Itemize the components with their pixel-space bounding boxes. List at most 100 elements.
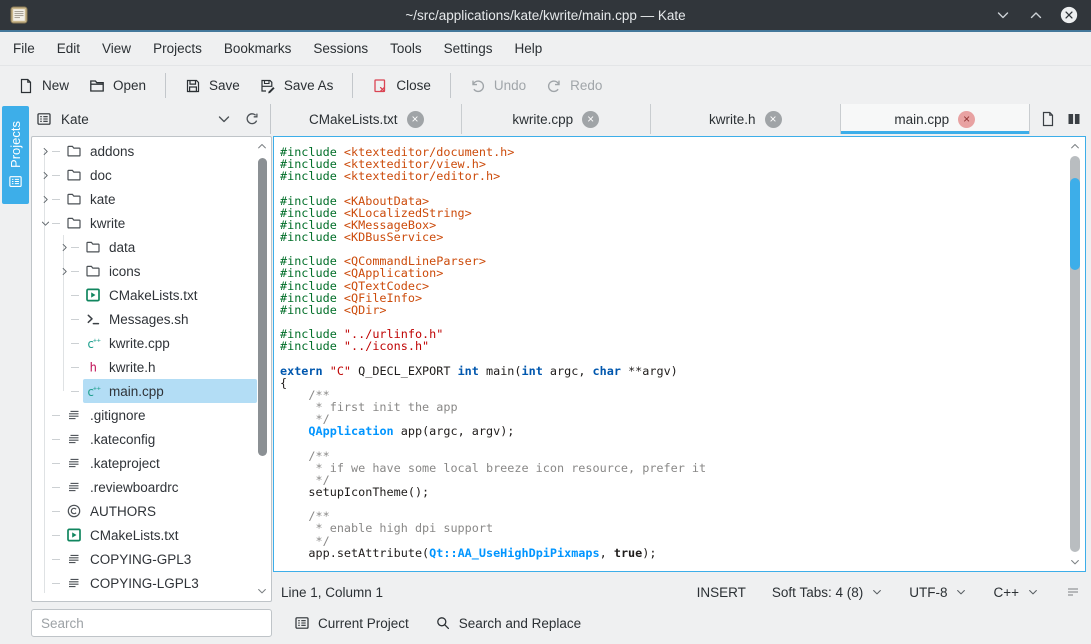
new-button[interactable]: New bbox=[8, 72, 79, 100]
text-file-icon bbox=[66, 551, 82, 567]
toolbar-separator bbox=[352, 73, 353, 98]
minimize-button[interactable] bbox=[993, 5, 1013, 25]
tree-item-kwrite.h[interactable]: hkwrite.h bbox=[32, 355, 257, 379]
tree-item-main.cpp[interactable]: c++main.cpp bbox=[32, 379, 257, 403]
tree-item-label: .kateconfig bbox=[90, 432, 155, 447]
chevron-down-icon bbox=[955, 586, 967, 598]
search-input[interactable] bbox=[31, 609, 272, 637]
tab-main.cpp[interactable]: main.cpp× bbox=[841, 104, 1031, 134]
titlebar: ~/src/applications/kate/kwrite/main.cpp … bbox=[0, 0, 1091, 32]
code-editor[interactable]: #include <ktexteditor/document.h>#includ… bbox=[273, 136, 1086, 572]
tab-close-icon[interactable]: × bbox=[407, 111, 424, 128]
folder-icon bbox=[85, 239, 101, 255]
menu-help[interactable]: Help bbox=[503, 32, 553, 65]
tab-mode-button[interactable]: Soft Tabs: 4 (8) bbox=[772, 585, 883, 600]
tree-item-kwrite.cpp[interactable]: c++kwrite.cpp bbox=[32, 331, 257, 355]
tab-close-icon[interactable]: × bbox=[958, 111, 975, 128]
new-document-icon[interactable] bbox=[1040, 111, 1056, 127]
menu-projects[interactable]: Projects bbox=[142, 32, 213, 65]
close-button[interactable]: Close bbox=[362, 72, 441, 100]
tab-close-icon[interactable]: × bbox=[765, 111, 782, 128]
tree-guide-dash bbox=[52, 559, 60, 560]
encoding-button[interactable]: UTF-8 bbox=[909, 585, 967, 600]
tree-item-COPYING-LGPL3[interactable]: COPYING-LGPL3 bbox=[32, 571, 257, 595]
chevron-down-icon bbox=[995, 7, 1011, 23]
word-wrap-icon[interactable] bbox=[1065, 584, 1081, 600]
chevron-right-icon[interactable] bbox=[38, 146, 52, 157]
tab-close-icon[interactable]: × bbox=[582, 111, 599, 128]
kate-app-icon bbox=[10, 6, 28, 24]
tab-kwrite.cpp[interactable]: kwrite.cpp× bbox=[462, 104, 652, 134]
menu-file[interactable]: File bbox=[2, 32, 46, 65]
code-line: #include <ktexteditor/editor.h> bbox=[280, 170, 706, 182]
tree-item-kwrite[interactable]: kwrite bbox=[32, 211, 257, 235]
chevron-up-icon bbox=[1069, 140, 1081, 152]
save-as-button[interactable]: Save As bbox=[250, 72, 344, 100]
chevron-down-icon[interactable] bbox=[216, 111, 232, 127]
tree-item-data[interactable]: data bbox=[32, 235, 257, 259]
tree-item-icons[interactable]: icons bbox=[32, 259, 257, 283]
tree-item-.reviewboardrc[interactable]: .reviewboardrc bbox=[32, 475, 257, 499]
folder-icon bbox=[66, 191, 82, 207]
scroll-up-icon[interactable] bbox=[1067, 139, 1083, 153]
menu-tools[interactable]: Tools bbox=[379, 32, 433, 65]
tree-item-label: Messages.sh bbox=[109, 312, 189, 327]
window-title: ~/src/applications/kate/kwrite/main.cpp … bbox=[0, 8, 1091, 23]
menu-view[interactable]: View bbox=[91, 32, 142, 65]
tree-item-AUTHORS[interactable]: AUTHORS bbox=[32, 499, 257, 523]
chevron-right-icon[interactable] bbox=[38, 170, 52, 181]
undo-button[interactable]: Undo bbox=[460, 72, 536, 100]
chevron-up-icon bbox=[1028, 7, 1044, 23]
tree-item-kate[interactable]: kate bbox=[32, 187, 257, 211]
tab-kwrite.h[interactable]: kwrite.h× bbox=[651, 104, 841, 134]
tree-item-body: COPYING-LGPL3 bbox=[64, 571, 257, 595]
tree-item-.gitignore[interactable]: .gitignore bbox=[32, 403, 257, 427]
chevron-down-icon[interactable] bbox=[38, 218, 52, 229]
code-line: app.setAttribute(Qt::AA_UseHighDpiPixmap… bbox=[280, 547, 706, 559]
tree-item-COPYING-GPL3[interactable]: COPYING-GPL3 bbox=[32, 547, 257, 571]
cursor-position[interactable]: Line 1, Column 1 bbox=[273, 585, 383, 600]
menu-edit[interactable]: Edit bbox=[46, 32, 91, 65]
scroll-up-icon[interactable] bbox=[256, 140, 268, 152]
search-and-replace-button[interactable]: Search and Replace bbox=[425, 609, 591, 637]
folder-icon bbox=[66, 215, 82, 231]
editor-scrollbar-thumb[interactable] bbox=[1070, 178, 1080, 270]
tree-item-.kateproject[interactable]: .kateproject bbox=[32, 451, 257, 475]
menu-bookmarks[interactable]: Bookmarks bbox=[213, 32, 303, 65]
chevron-right-icon[interactable] bbox=[57, 242, 71, 253]
tree-item-body: hkwrite.h bbox=[83, 355, 257, 379]
chevron-right-icon[interactable] bbox=[38, 194, 52, 205]
editor-scrollbar-track[interactable] bbox=[1070, 156, 1080, 552]
tree-item-CMakeLists.txt[interactable]: CMakeLists.txt bbox=[32, 523, 257, 547]
window-controls bbox=[993, 5, 1079, 25]
tree-item-Messages.sh[interactable]: Messages.sh bbox=[32, 307, 257, 331]
chevron-right-icon[interactable] bbox=[57, 266, 71, 277]
tree-item-addons[interactable]: addons bbox=[32, 139, 257, 163]
scroll-down-icon[interactable] bbox=[256, 585, 268, 597]
menu-sessions[interactable]: Sessions bbox=[302, 32, 379, 65]
close-button[interactable] bbox=[1059, 5, 1079, 25]
tree-item-doc[interactable]: doc bbox=[32, 163, 257, 187]
tree-item-body: .reviewboardrc bbox=[64, 475, 257, 499]
maximize-button[interactable] bbox=[1026, 5, 1046, 25]
current-project-button[interactable]: Current Project bbox=[284, 609, 419, 637]
toolbar-separator bbox=[450, 73, 451, 98]
refresh-icon[interactable] bbox=[244, 111, 260, 127]
open-button[interactable]: Open bbox=[79, 72, 156, 100]
insert-mode-button[interactable]: INSERT bbox=[697, 585, 746, 600]
tree-item-COPYING.LIB[interactable]: COPYING.LIB bbox=[32, 595, 257, 602]
menu-settings[interactable]: Settings bbox=[433, 32, 504, 65]
tree-scrollbar-thumb[interactable] bbox=[258, 158, 267, 456]
cmake-icon bbox=[66, 527, 82, 543]
scroll-down-icon[interactable] bbox=[1067, 555, 1083, 569]
redo-button[interactable]: Redo bbox=[536, 72, 612, 100]
tab-CMakeLists.txt[interactable]: CMakeLists.txt× bbox=[272, 104, 462, 134]
tree-item-CMakeLists.txt[interactable]: CMakeLists.txt bbox=[32, 283, 257, 307]
projects-sidebar-tab[interactable]: Projects bbox=[2, 106, 29, 204]
syntax-mode-button[interactable]: C++ bbox=[993, 585, 1039, 600]
tree-guide-dash bbox=[52, 487, 60, 488]
split-view-icon[interactable] bbox=[1066, 111, 1082, 127]
code-line: * enable high dpi support bbox=[280, 522, 706, 534]
tree-item-.kateconfig[interactable]: .kateconfig bbox=[32, 427, 257, 451]
save-button[interactable]: Save bbox=[175, 72, 250, 100]
